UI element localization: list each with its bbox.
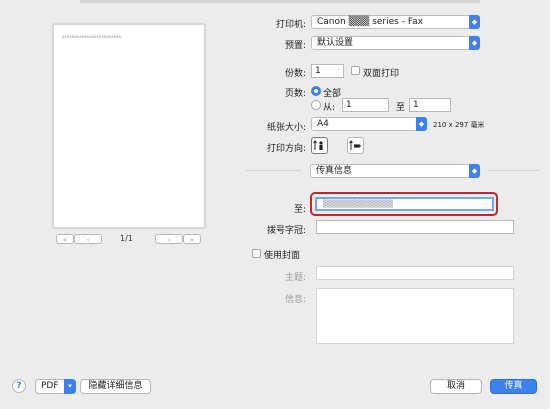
- message-label: 信息:: [284, 295, 306, 305]
- page-indicator: 1/1: [120, 234, 133, 243]
- pages-from-label: 从:: [323, 103, 336, 113]
- pages-from-field[interactable]: 1: [342, 98, 389, 112]
- cancel-button[interactable]: 取消: [430, 379, 482, 394]
- duplex-checkbox[interactable]: [351, 66, 360, 75]
- dial-prefix-field[interactable]: [316, 220, 514, 234]
- paper-size-value: A4: [317, 119, 329, 129]
- cover-page-checkbox[interactable]: [252, 249, 261, 258]
- subject-label: 主题:: [284, 273, 306, 283]
- page-preview: xxxxxxxxxxxxxxxxxxxxxxxx: [53, 24, 205, 228]
- last-page-button[interactable]: »: [183, 234, 201, 244]
- preview-text: xxxxxxxxxxxxxxxxxxxxxxxx: [62, 34, 122, 39]
- pages-range-radio[interactable]: [311, 100, 321, 110]
- pages-all-radio[interactable]: [311, 86, 321, 96]
- separator-right: [488, 170, 540, 171]
- pages-all-label: 全部: [323, 89, 342, 99]
- printer-value: Canon ▒▒▒ series - Fax: [317, 17, 424, 27]
- presets-popup[interactable]: 默认设置 ◆: [311, 36, 480, 50]
- orientation-label: 打印方向:: [266, 144, 306, 154]
- dial-prefix-label: 拨号字冠:: [266, 226, 306, 236]
- landscape-icon: [349, 140, 361, 150]
- next-page-button[interactable]: ›: [155, 234, 183, 244]
- fax-to-field[interactable]: ▒▒▒▒▒▒▒▒▒▒▒▒▒: [315, 197, 494, 211]
- separator-left: [246, 170, 302, 171]
- chevron-updown-icon: ◆: [469, 164, 480, 178]
- window-top-edge: [80, 0, 480, 3]
- portrait-button[interactable]: [311, 137, 328, 154]
- message-field[interactable]: [316, 288, 514, 344]
- duplex-label: 双面打印: [363, 69, 400, 79]
- portrait-icon: [313, 140, 323, 150]
- section-value: 传真信息: [316, 166, 353, 176]
- chevron-updown-icon: ◆: [416, 117, 427, 131]
- fax-send-button[interactable]: 传真: [490, 379, 537, 394]
- fax-to-label: 至:: [293, 205, 306, 215]
- subject-field[interactable]: [316, 266, 514, 280]
- paper-dimensions: 210 x 297 毫米: [433, 121, 485, 129]
- presets-label: 预置:: [284, 41, 306, 51]
- first-page-button[interactable]: «: [56, 234, 74, 244]
- pages-label: 页数:: [284, 89, 306, 99]
- pdf-menu-button[interactable]: PDF ▾: [35, 379, 76, 394]
- pdf-label: PDF: [41, 381, 59, 391]
- chevron-updown-icon: ◆: [469, 15, 480, 29]
- pages-to-label: 至: [396, 103, 406, 113]
- printer-popup[interactable]: Canon ▒▒▒ series - Fax ◆: [311, 15, 480, 29]
- chevron-down-icon: ▾: [64, 379, 76, 394]
- landscape-button[interactable]: [347, 137, 364, 154]
- cover-page-label: 使用封面: [264, 251, 301, 261]
- copies-field[interactable]: 1: [311, 64, 344, 78]
- paper-size-popup[interactable]: A4 ◆: [311, 117, 427, 131]
- section-popup[interactable]: 传真信息 ◆: [310, 164, 480, 178]
- prev-page-button[interactable]: ‹: [74, 234, 102, 244]
- hide-details-button[interactable]: 隐藏详细信息: [80, 379, 151, 394]
- help-button[interactable]: ?: [12, 379, 26, 393]
- pages-to-field[interactable]: 1: [409, 98, 451, 112]
- printer-label: 打印机:: [275, 20, 306, 30]
- presets-value: 默认设置: [317, 38, 354, 48]
- copies-label: 份数:: [284, 69, 306, 79]
- chevron-updown-icon: ◆: [469, 36, 480, 50]
- paper-size-label: 纸张大小:: [266, 123, 306, 133]
